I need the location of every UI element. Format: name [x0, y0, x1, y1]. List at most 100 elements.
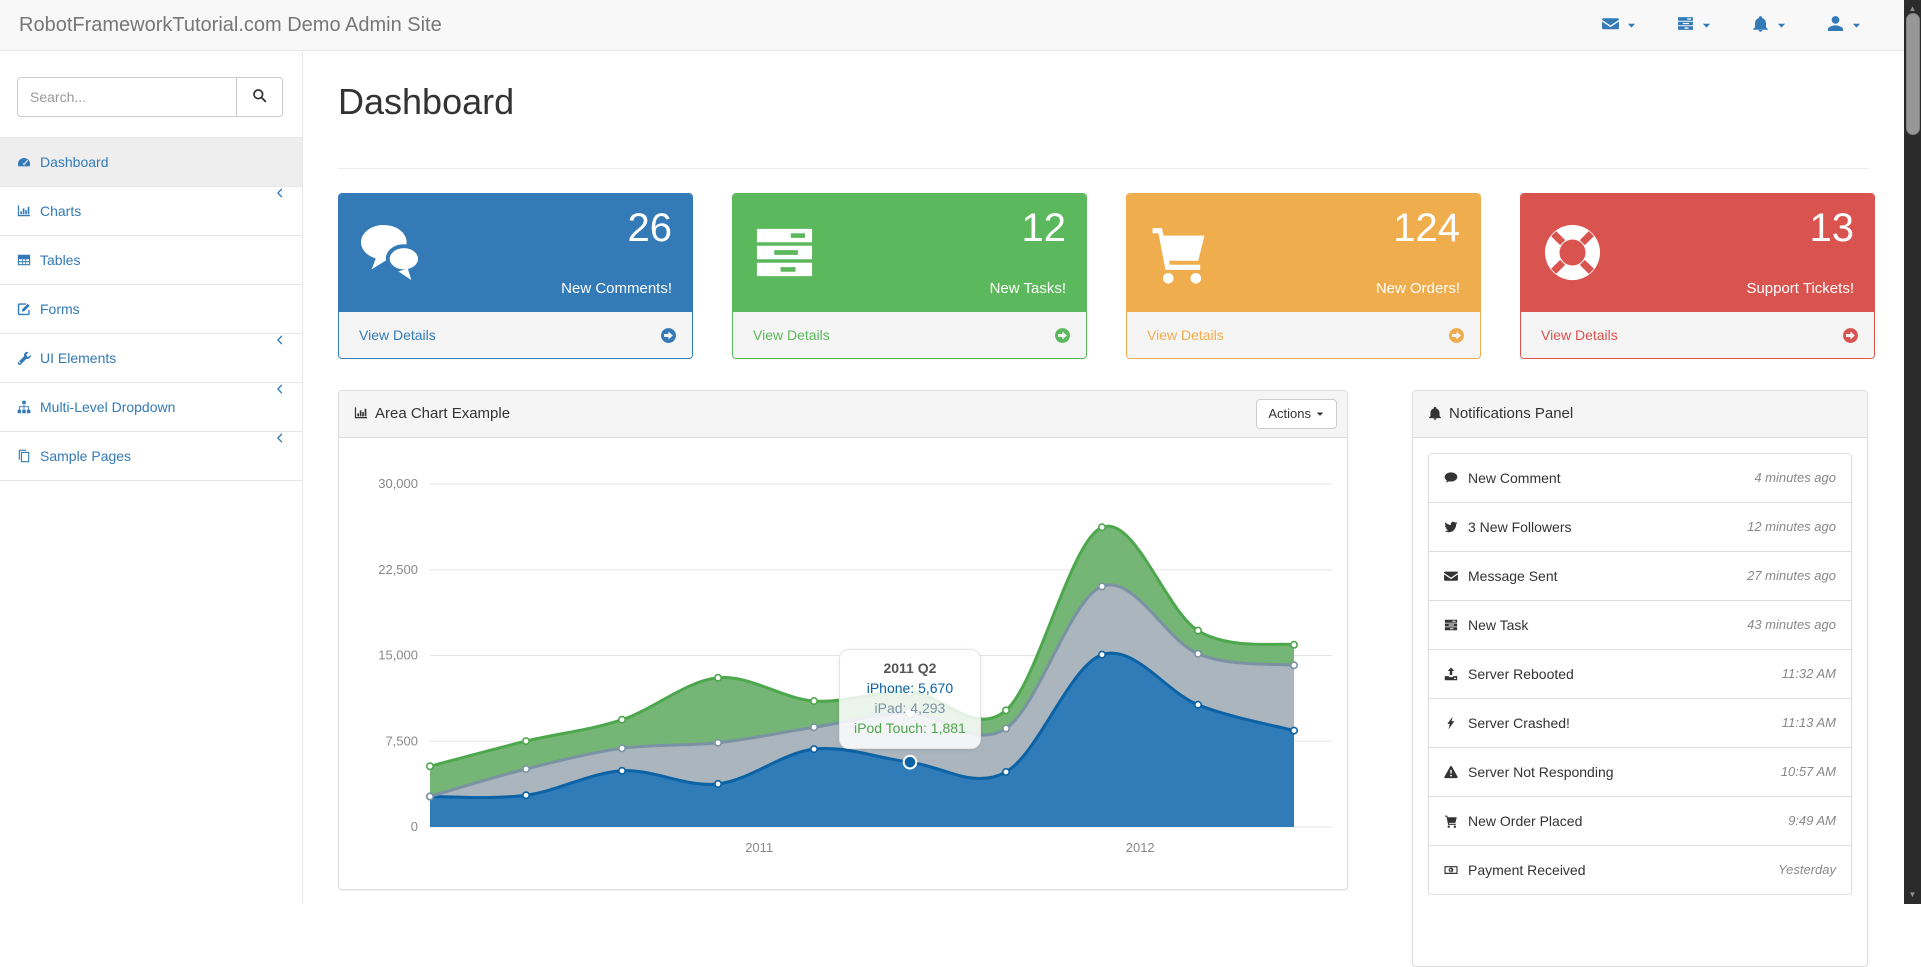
tasks-icon [753, 221, 816, 284]
sidebar-item-label: Forms [40, 301, 80, 317]
page-title: Dashboard [338, 81, 514, 123]
new-tasks-card: 12New Tasks! View Details [732, 193, 1087, 359]
view-details-label: View Details [753, 327, 830, 343]
user-dropdown[interactable] [1807, 0, 1882, 50]
main-content: Dashboard 26New Comments!View Details12N… [303, 51, 1904, 904]
arrow-circle-right-icon [1842, 327, 1859, 344]
notification-item-new-comment[interactable]: New Comment 4 minutes ago [1429, 454, 1851, 502]
money-icon [1444, 863, 1458, 877]
sidebar-item-label: Dashboard [40, 154, 109, 170]
search-button[interactable] [237, 77, 283, 117]
notification-time: Yesterday [1778, 846, 1836, 894]
bell-icon [1428, 406, 1442, 420]
scroll-down-arrow[interactable]: ▼ [1904, 888, 1921, 902]
dashboard-icon [17, 155, 31, 169]
card-label: New Comments! [561, 280, 672, 297]
scrollbar[interactable]: ▲ ▼ [1904, 0, 1921, 904]
notification-label: 3 New Followers [1468, 519, 1571, 535]
notification-item-new-task[interactable]: New Task43 minutes ago [1429, 600, 1851, 649]
search-input[interactable] [17, 77, 237, 117]
notification-item-server-not-responding[interactable]: Server Not Responding 10:57 AM [1429, 747, 1851, 796]
notification-label: Server Not Responding [1468, 764, 1614, 780]
svg-text:2011: 2011 [745, 840, 773, 855]
sidebar-item-label: Charts [40, 203, 81, 219]
arrow-circle-right-icon [1054, 327, 1071, 344]
arrow-circle-right-icon [1448, 327, 1465, 344]
sitemap-icon [17, 400, 31, 414]
envelope-icon [1602, 15, 1619, 32]
sidebar-item-label: Multi-Level Dropdown [40, 399, 175, 415]
sidebar-item-dashboard[interactable]: Dashboard [0, 137, 302, 186]
comment-icon [1444, 471, 1458, 485]
notification-label: New Comment [1468, 470, 1561, 486]
card-value: 124 [1393, 206, 1460, 251]
new-orders-view-details-link[interactable]: View Details [1127, 312, 1480, 358]
notification-item-server-rebooted[interactable]: Server Rebooted11:32 AM [1429, 649, 1851, 698]
notifications-list: New Comment4 minutes ago3 New Followers1… [1428, 453, 1852, 895]
chevron-left-icon [274, 334, 286, 346]
tasks-icon [1677, 15, 1694, 32]
chevron-left-icon [274, 383, 286, 395]
shopping-cart-icon [1444, 814, 1458, 828]
support-tickets-view-details-link[interactable]: View Details [1521, 312, 1874, 358]
svg-text:0: 0 [411, 819, 418, 834]
card-label: New Orders! [1376, 280, 1460, 297]
sidebar-item-tables[interactable]: Tables [0, 235, 302, 284]
sidebar-item-charts[interactable]: Charts [0, 186, 302, 235]
bolt-icon [1444, 716, 1458, 730]
sidebar-item-label: UI Elements [40, 350, 116, 366]
navbar-menu [1582, 0, 1882, 50]
notifications-panel: Notifications Panel New Comment 4 minutes… [1412, 390, 1868, 967]
notifications-panel-heading: Notifications Panel [1413, 391, 1867, 438]
sidebar-item-label: Tables [40, 252, 80, 268]
notification-time: 27 minutes ago [1747, 552, 1836, 600]
caret-down-icon [1851, 20, 1862, 31]
notification-item-payment-received[interactable]: Payment ReceivedYesterday [1429, 845, 1851, 894]
actions-button[interactable]: Actions [1256, 399, 1337, 429]
new-comments-card-header: 26 New Comments! [339, 194, 692, 312]
view-details-label: View Details [359, 327, 436, 343]
notification-time: 9:49 AM [1788, 797, 1836, 845]
sidebar-item-ui-elements[interactable]: UI Elements [0, 333, 302, 382]
sidebar-item-sample-pages[interactable]: Sample Pages [0, 431, 302, 481]
search-icon [252, 88, 267, 103]
card-value: 13 [1810, 206, 1855, 251]
svg-text:7,500: 7,500 [385, 733, 418, 748]
svg-text:2012: 2012 [1126, 840, 1155, 855]
alerts-dropdown[interactable] [1732, 0, 1807, 50]
card-value: 26 [628, 206, 673, 251]
new-orders-card-header: 124 New Orders! [1127, 194, 1480, 312]
upload-icon [1444, 667, 1458, 681]
top-navbar: RobotFrameworkTutorial.com Demo Admin Si… [0, 0, 1904, 51]
area-chart: 07,50015,00022,50030,00020112012 [354, 453, 1332, 873]
svg-text:22,500: 22,500 [378, 562, 418, 577]
caret-down-icon [1315, 409, 1325, 419]
sidebar-item-multi-level-dropdown[interactable]: Multi-Level Dropdown [0, 382, 302, 431]
card-label: New Tasks! [990, 280, 1066, 297]
messages-dropdown[interactable] [1582, 0, 1657, 50]
new-tasks-card-header: 12New Tasks! [733, 194, 1086, 312]
view-details-label: View Details [1147, 327, 1224, 343]
sidebar: Dashboard Charts Tables Forms UI Elements Mul… [0, 51, 303, 904]
tasks-dropdown[interactable] [1657, 0, 1732, 50]
chart-panel-body: 07,50015,00022,50030,000201120122011 Q2i… [339, 438, 1347, 888]
notification-time: 4 minutes ago [1754, 454, 1836, 502]
area-chart-panel: Area Chart Example Actions 07,50015,0002… [338, 390, 1348, 890]
caret-down-icon [1701, 20, 1712, 31]
notification-item-server-crashed[interactable]: Server Crashed!11:13 AM [1429, 698, 1851, 747]
new-tasks-view-details-link[interactable]: View Details [733, 312, 1086, 358]
sidebar-search [17, 77, 283, 117]
notification-label: Server Crashed! [1468, 715, 1570, 731]
notification-label: Server Rebooted [1468, 666, 1574, 682]
notification-item-message-sent[interactable]: Message Sent27 minutes ago [1429, 551, 1851, 600]
sidebar-item-forms[interactable]: Forms [0, 284, 302, 333]
notification-item-new-order-placed[interactable]: New Order Placed9:49 AM [1429, 796, 1851, 845]
new-comments-view-details-link[interactable]: View Details [339, 312, 692, 358]
scrollbar-thumb[interactable] [1906, 13, 1920, 135]
notification-item-3-new-followers[interactable]: 3 New Followers12 minutes ago [1429, 502, 1851, 551]
new-comments-card: 26 New Comments! View Details [338, 193, 693, 359]
copy-icon [17, 449, 31, 463]
sidebar-nav: Dashboard Charts Tables Forms UI Elements Mul… [0, 137, 302, 481]
notification-time: 10:57 AM [1781, 748, 1836, 796]
brand-title: RobotFrameworkTutorial.com Demo Admin Si… [19, 0, 442, 50]
